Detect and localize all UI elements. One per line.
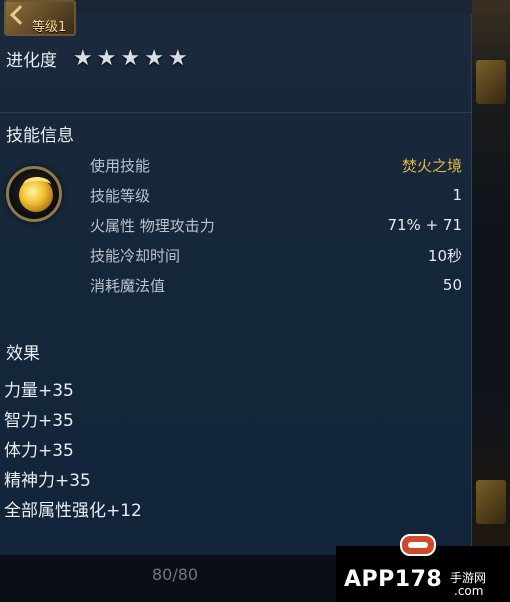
effect-title: 效果 — [6, 344, 40, 364]
evolution-label: 进化度 — [6, 51, 57, 71]
ornament-icon — [476, 60, 506, 104]
skill-row-value: 焚火之境 — [401, 156, 462, 175]
skill-row-value: 71% + 71 — [387, 216, 462, 234]
watermark-bubble-icon — [400, 534, 436, 556]
skill-row-label: 消耗魔法值 — [90, 276, 166, 295]
evolution-stars: ★ ★ ★ ★ ★ — [73, 45, 188, 71]
ornament-icon — [476, 480, 506, 524]
swirl-icon — [23, 177, 51, 193]
skill-row-label: 火属性 物理攻击力 — [90, 216, 215, 235]
skill-row-mana: 消耗魔法值 50 — [90, 270, 462, 300]
skill-row-label: 技能冷却时间 — [90, 246, 181, 265]
star-icon: ★ — [120, 45, 141, 71]
skill-row-level: 技能等级 1 — [90, 180, 462, 210]
effect-item: 体力+35 — [4, 441, 74, 461]
star-icon: ★ — [73, 45, 93, 71]
item-detail-panel: 等级1 进化度 ★ ★ ★ ★ ★ 技能信息 使用技能 焚火之境 技能等级 1 … — [0, 0, 472, 555]
page-counter: 80/80 — [152, 565, 199, 584]
star-icon: ★ — [96, 45, 117, 71]
skill-row-value: 10秒 — [427, 246, 462, 265]
watermark-text: APP178 — [344, 567, 443, 592]
skill-row-label: 技能等级 — [90, 186, 151, 205]
watermark-domain: .com — [454, 584, 484, 598]
skill-info-title: 技能信息 — [6, 126, 74, 146]
skill-info-list: 使用技能 焚火之境 技能等级 1 火属性 物理攻击力 71% + 71 技能冷却… — [90, 150, 462, 300]
star-icon: ★ — [144, 45, 164, 71]
section-divider — [0, 112, 472, 113]
app-frame: 等级1 进化度 ★ ★ ★ ★ ★ 技能信息 使用技能 焚火之境 技能等级 1 … — [0, 0, 510, 602]
level-label: 等级1 — [32, 20, 67, 35]
effect-item: 智力+35 — [4, 411, 74, 431]
skill-row-use: 使用技能 焚火之境 — [90, 150, 462, 180]
rank-chevron-icon — [10, 5, 30, 25]
star-icon: ★ — [167, 45, 188, 71]
effect-item: 全部属性强化+12 — [4, 501, 142, 521]
right-edge-decor — [472, 0, 510, 555]
skill-row-label: 使用技能 — [90, 156, 151, 175]
evolution-row: 进化度 ★ ★ ★ ★ ★ — [6, 46, 188, 71]
effect-item: 精神力+35 — [4, 471, 91, 491]
skill-row-value: 50 — [442, 276, 462, 294]
level-badge: 等级1 — [4, 0, 76, 36]
skill-row-cooldown: 技能冷却时间 10秒 — [90, 240, 462, 270]
effect-item: 力量+35 — [4, 381, 74, 401]
skill-fire-icon[interactable] — [6, 166, 62, 222]
skill-row-value: 1 — [452, 186, 462, 204]
skill-row-attack: 火属性 物理攻击力 71% + 71 — [90, 210, 462, 240]
effect-list: 力量+35 智力+35 体力+35 精神力+35 全部属性强化+12 — [4, 376, 142, 526]
